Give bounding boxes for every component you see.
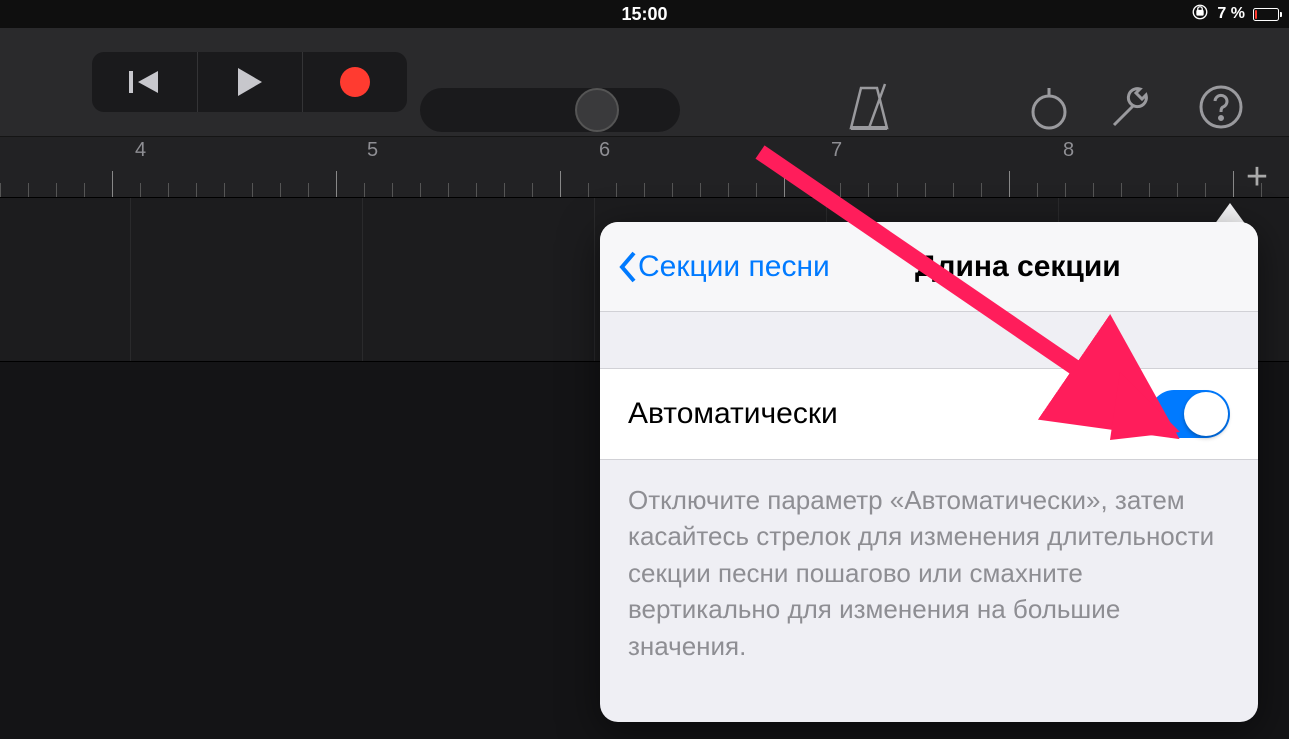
ruler-bar-number: 4	[135, 139, 146, 162]
popover-description: Отключите параметр «Автоматически», зате…	[600, 460, 1258, 686]
ruler-bar-number: 5	[367, 139, 378, 162]
record-button[interactable]	[302, 52, 407, 112]
wrench-icon	[1104, 83, 1154, 133]
loop-icon	[1027, 88, 1071, 132]
play-button[interactable]	[197, 52, 302, 112]
help-button[interactable]	[1198, 84, 1244, 135]
transport-controls	[92, 52, 407, 112]
status-time: 15:00	[621, 4, 667, 25]
timeline-ruler[interactable]: 4 5 6 7 8	[0, 136, 1289, 198]
add-section-button[interactable]: +	[1235, 155, 1279, 199]
metronome-button[interactable]	[845, 82, 893, 137]
rotation-lock-icon	[1191, 3, 1209, 26]
popover-title: Длина секции	[796, 250, 1240, 284]
automatic-label: Автоматически	[628, 397, 838, 431]
battery-percent: 7 %	[1217, 5, 1245, 23]
slider-knob[interactable]	[575, 88, 619, 132]
automatic-toggle[interactable]	[1150, 390, 1230, 438]
rewind-icon	[128, 68, 162, 96]
automatic-row: Автоматически	[600, 368, 1258, 460]
toolbar	[0, 28, 1289, 136]
ruler-bar-number: 6	[599, 139, 610, 162]
track-position-slider[interactable]	[420, 88, 680, 132]
toggle-knob	[1184, 392, 1228, 436]
ruler-bar-number: 8	[1063, 139, 1074, 162]
metronome-icon	[845, 82, 893, 132]
plus-icon: +	[1246, 156, 1268, 199]
record-icon	[340, 67, 370, 97]
battery-icon	[1253, 8, 1279, 21]
rewind-button[interactable]	[92, 52, 197, 112]
popover-header: Секции песни Длина секции	[600, 222, 1258, 312]
status-bar: 15:00 7 %	[0, 0, 1289, 28]
play-icon	[236, 67, 264, 97]
ruler-bar-number: 7	[831, 139, 842, 162]
settings-button[interactable]	[1104, 83, 1154, 138]
loop-button[interactable]	[1027, 88, 1071, 137]
section-length-popover: Секции песни Длина секции Автоматически …	[600, 222, 1258, 722]
chevron-left-icon	[618, 250, 638, 284]
help-icon	[1198, 84, 1244, 130]
